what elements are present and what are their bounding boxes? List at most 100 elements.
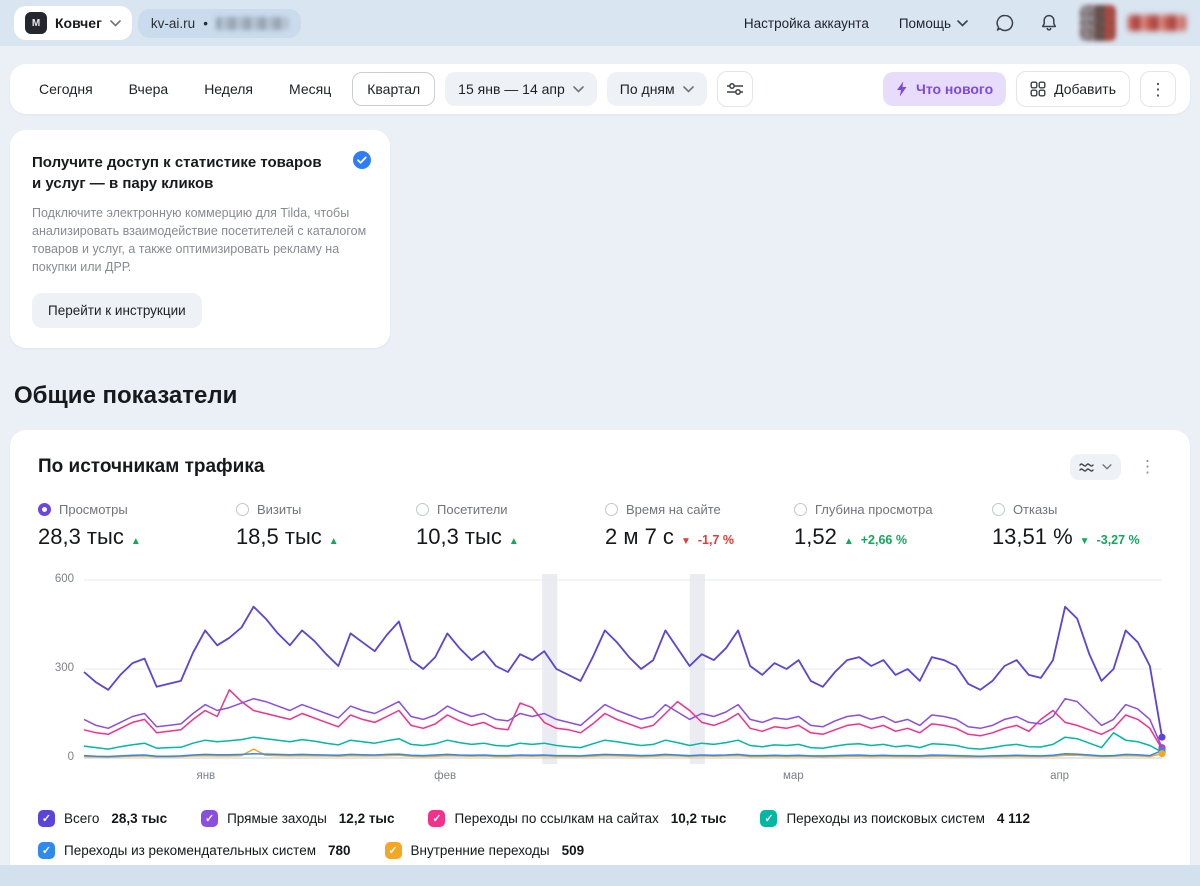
period-tab-вчера[interactable]: Вчера — [114, 72, 184, 106]
next-section-band — [0, 865, 1200, 886]
trend-arrow-icon: ▼ — [680, 535, 691, 547]
period-tab-неделя[interactable]: Неделя — [189, 72, 268, 106]
trend-arrow-icon: ▲ — [130, 535, 141, 547]
legend-checkbox[interactable]: ✓ — [38, 809, 55, 827]
legend-item-всего[interactable]: ✓ Всего 28,3 тыс — [38, 809, 167, 827]
add-label: Добавить — [1054, 81, 1116, 97]
metric-value: 28,3 тыс ▲ — [38, 523, 141, 549]
section-title: Общие показатели — [14, 381, 238, 409]
metric-delta: +2,66 % — [860, 532, 907, 547]
chart-card-title: По источникам трафика — [38, 455, 265, 477]
whats-new-button[interactable]: Что нового — [882, 72, 1007, 106]
account-settings-link[interactable]: Настройка аккаунта — [732, 8, 881, 39]
toolbar: Сегодня Вчера Неделя Месяц Квартал 15 янв — … — [10, 64, 1190, 114]
metric-отказы[interactable]: Отказы 13,51 % ▼ -3,27 % — [991, 501, 1162, 550]
trend-arrow-icon: ▲ — [508, 535, 519, 547]
chat-button[interactable] — [986, 6, 1024, 40]
legend-checkbox[interactable]: ✓ — [760, 809, 778, 827]
counter-favicon-icon: М — [25, 12, 47, 34]
legend-checkbox[interactable]: ✓ — [201, 809, 219, 827]
legend-label: Переходы из поисковых систем — [786, 810, 985, 826]
topbar: М Ковчег kv-ai.ru • Настройка аккаунта П… — [0, 0, 1200, 46]
metric-value: 10,3 тыс ▲ — [416, 523, 519, 549]
metric-radio[interactable] — [38, 502, 51, 516]
filter-settings-button[interactable] — [716, 71, 753, 107]
kebab-icon: ⋮ — [1139, 456, 1156, 476]
legend-label: Переходы по ссылкам на сайтах — [454, 810, 659, 826]
chart-more-menu-button[interactable]: ⋮ — [1133, 455, 1162, 479]
period-tab-сегодня[interactable]: Сегодня — [24, 72, 108, 106]
legend-item-переходы-из-поисковых-систем[interactable]: ✓ Переходы из поисковых систем 4 112 — [760, 809, 1030, 827]
metric-посетители[interactable]: Посетители 10,3 тыс ▲ — [416, 502, 595, 550]
chart-type-select[interactable] — [1070, 453, 1121, 480]
promo-card: Получите доступ к статистике товаров и у… — [10, 130, 390, 348]
legend-value: 12,2 тыс — [338, 810, 395, 826]
traffic-sources-card: По источникам трафика ⋮ Просмотры 28,3 ты… — [10, 429, 1190, 879]
legend-value: 10,2 тыс — [670, 810, 727, 826]
legend-value: 4 112 — [996, 810, 1030, 826]
metric-глубина-просмотра[interactable]: Глубина просмотра 1,52 ▲ +2,66 % — [794, 502, 982, 550]
legend-item-прямые-заходы[interactable]: ✓ Прямые заходы 12,2 тыс — [201, 809, 395, 827]
metric-визиты[interactable]: Визиты 18,5 тыс ▲ — [235, 501, 406, 550]
legend-checkbox[interactable]: ✓ — [38, 841, 55, 859]
x-axis-label: апр — [1050, 769, 1070, 782]
sliders-icon — [726, 83, 743, 95]
add-button[interactable]: Добавить — [1016, 71, 1130, 107]
metric-label: Время на сайте — [626, 501, 721, 517]
metric-radio[interactable] — [416, 502, 429, 516]
metric-delta: -3,27 % — [1096, 532, 1140, 547]
legend-item-внутренние-переходы[interactable]: ✓ Внутренние переходы 509 — [384, 841, 584, 859]
metric-radio[interactable] — [991, 502, 1005, 516]
site-domain-pill[interactable]: kv-ai.ru • — [137, 8, 301, 38]
x-axis-label: мар — [782, 769, 804, 782]
metric-время-на-сайте[interactable]: Время на сайте 2 м 7 с ▼ -1,7 % — [605, 502, 784, 550]
chevron-down-icon — [1102, 463, 1112, 470]
metric-radio[interactable] — [605, 502, 618, 516]
check-circle-icon — [352, 150, 372, 175]
blurred-site-name — [215, 16, 288, 30]
date-range-label: 15 янв — 14 апр — [458, 81, 565, 97]
x-axis-label: янв — [196, 769, 216, 782]
period-tab-месяц[interactable]: Месяц — [274, 72, 346, 106]
account-settings-label: Настройка аккаунта — [743, 15, 869, 31]
counter-name: Ковчег — [55, 15, 102, 31]
wave-lines-icon — [1079, 462, 1094, 472]
trend-arrow-icon: ▲ — [328, 535, 339, 547]
metric-label: Визиты — [256, 501, 302, 517]
metric-label: Отказы — [1012, 501, 1058, 517]
user-avatar[interactable] — [1080, 5, 1116, 41]
trend-arrow-icon: ▼ — [1079, 535, 1090, 547]
legend-checkbox[interactable]: ✓ — [384, 841, 402, 859]
granularity-select[interactable]: По дням — [606, 72, 707, 106]
y-axis-label: 300 — [54, 661, 74, 674]
chevron-down-icon — [957, 19, 968, 27]
metric-radio[interactable] — [235, 502, 249, 516]
period-tabs: Сегодня Вчера Неделя Месяц Квартал — [24, 72, 436, 106]
legend-item-переходы-из-рекомендательных-систем[interactable]: ✓ Переходы из рекомендательных систем 780 — [38, 841, 351, 859]
legend-checkbox[interactable]: ✓ — [428, 809, 446, 827]
date-range-select[interactable]: 15 янв — 14 апр — [445, 72, 597, 106]
notifications-button[interactable] — [1030, 6, 1068, 40]
legend-item-переходы-по-ссылкам-на-сайтах[interactable]: ✓ Переходы по ссылкам на сайтах 10,2 тыс — [428, 809, 727, 827]
legend-label: Всего — [64, 810, 100, 826]
metric-просмотры[interactable]: Просмотры 28,3 тыс ▲ — [38, 502, 226, 550]
metric-value: 13,51 % ▼ -3,27 % — [991, 523, 1140, 549]
metric-delta: -1,7 % — [697, 532, 734, 547]
promo-instruction-button[interactable]: Перейти к инструкции — [32, 292, 202, 328]
more-menu-button[interactable]: ⋮ — [1140, 71, 1176, 107]
metrics-row: Просмотры 28,3 тыс ▲ Визиты 18,5 тыс ▲ Посетит… — [38, 502, 1162, 550]
metric-value: 2 м 7 с ▼ -1,7 % — [605, 523, 734, 549]
counter-selector[interactable]: М Ковчег — [14, 6, 132, 40]
promo-body: Подключите электронную коммерцию для Til… — [32, 206, 367, 275]
traffic-chart-svg[interactable] — [83, 573, 1166, 764]
period-tab-квартал[interactable]: Квартал — [352, 72, 436, 106]
legend-value: 780 — [328, 842, 351, 858]
chevron-down-icon — [572, 85, 584, 93]
grid-icon — [1030, 81, 1046, 97]
metric-radio[interactable] — [794, 502, 807, 516]
help-menu[interactable]: Помощь — [887, 8, 980, 39]
chat-icon — [996, 14, 1014, 32]
traffic-chart[interactable]: 0 300 600 — [38, 573, 1166, 764]
blurred-user-name — [1128, 15, 1186, 31]
legend-label: Внутренние переходы — [410, 842, 550, 858]
